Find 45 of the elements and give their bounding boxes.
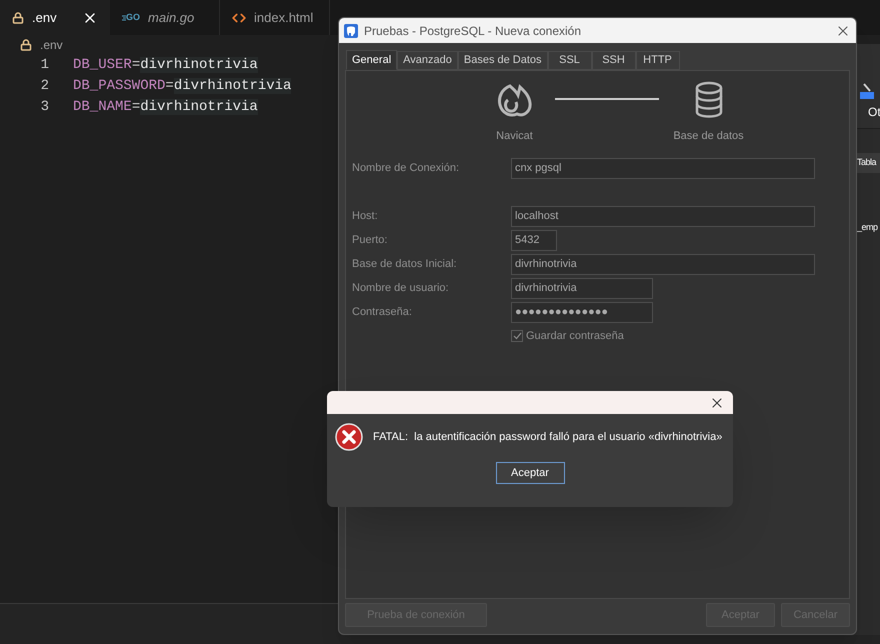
field-label: Contraseña: [352,304,413,320]
check-icon [512,332,522,340]
line-number: 3 [40,98,49,117]
editor-tab[interactable]: .env [0,0,110,35]
window-title: Pruebas - PostgreSQL - Nueva conexión [364,22,582,40]
field-label: Puerto: [352,232,388,248]
dialog-tab[interactable]: Avanzado [397,51,458,70]
error-message: FATAL: la autentificación password falló para el usuario «divrhinotrivia» [373,430,722,445]
lock-icon [20,39,32,51]
dialog-tab[interactable]: General [346,50,398,70]
tab-label: .env [32,8,57,27]
column-header: Tabla [857,156,876,170]
dialog-tab[interactable]: Bases de Datos [458,51,548,70]
breadcrumb[interactable]: .env [40,36,63,54]
ok-button[interactable]: Aceptar [496,462,564,484]
error-icon [335,423,363,451]
line-number: 1 [40,56,49,75]
line-number: 2 [40,77,49,96]
field-label: Host: [352,208,379,224]
code-line: DB_NAME=divrhinotrivia [73,98,258,117]
text-field[interactable]: divrhinotrivia [511,254,815,274]
field-label: Nombre de Conexión: [352,160,460,176]
dialog-tab[interactable]: HTTP [636,51,680,70]
dialog-tab[interactable]: SSH [592,51,636,70]
diagram-label: Navicat [496,129,533,144]
code-line: DB_PASSWORD=divrhinotrivia [73,77,292,96]
tab-label: index.html [254,8,314,27]
tools-icon[interactable] [860,82,874,100]
checkbox-label: Guardar contraseña [526,328,624,344]
table-row-text: _emp [856,221,879,234]
text-field[interactable]: cnx pgsql [511,158,815,178]
code-icon [232,10,246,24]
code-line: DB_USER=divrhinotrivia [73,56,258,75]
diagram-label: Base de datos [673,129,744,144]
database-icon [694,81,724,119]
text-field[interactable]: divrhinotrivia [511,278,653,298]
field-label: Nombre de usuario: [352,280,450,296]
dialog-tab[interactable]: SSL [548,51,592,70]
text-field[interactable]: localhost [511,206,815,226]
text-field[interactable]: 5432 [511,230,557,250]
field-label: Base de datos Inicial: [352,256,458,272]
checkbox[interactable] [511,330,523,342]
lock-icon [12,12,24,24]
tab-label: main.go [148,8,194,27]
text-field[interactable]: ●●●●●●●●●●●●●● [511,302,653,322]
